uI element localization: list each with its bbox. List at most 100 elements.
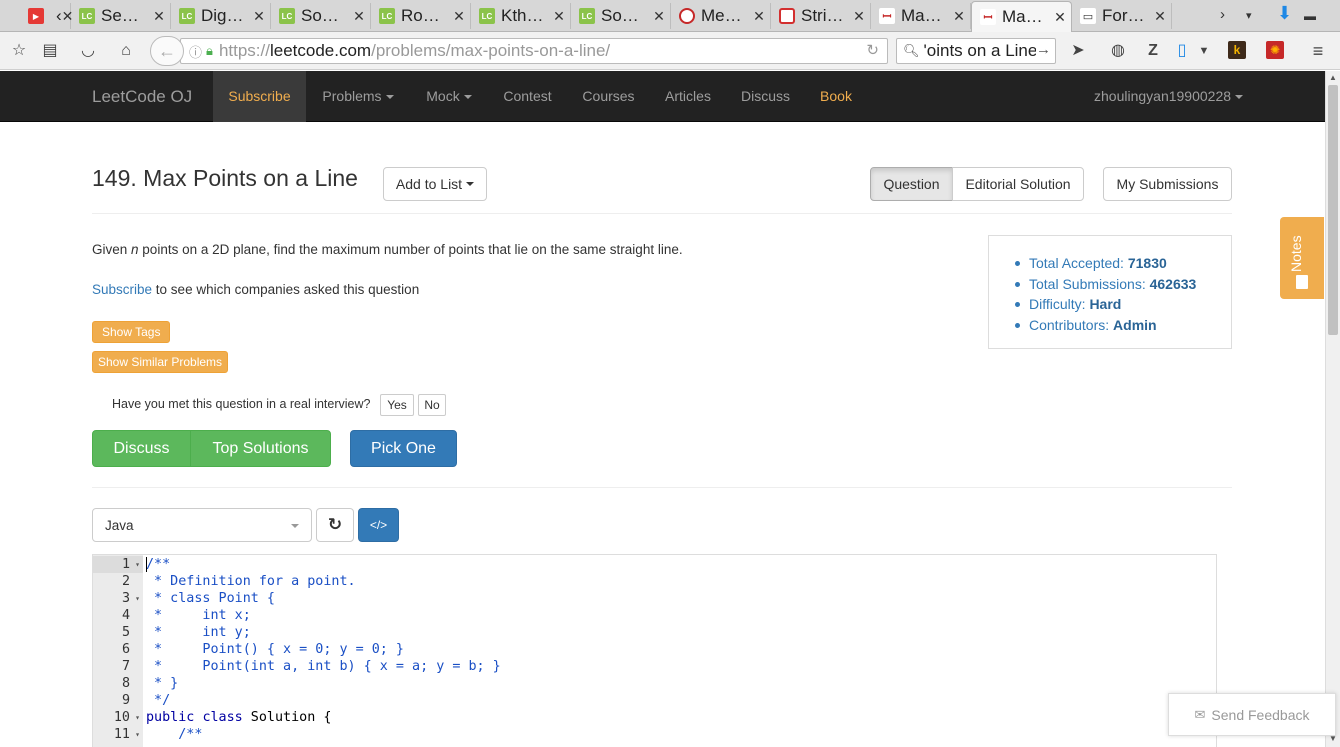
browser-tab[interactable]: LC Se… ✕ xyxy=(71,3,171,29)
top-solutions-button[interactable]: Top Solutions xyxy=(190,430,331,467)
downloads-icon[interactable]: ⬇ xyxy=(1277,3,1292,24)
close-tab-icon[interactable]: ✕ xyxy=(352,8,366,25)
nav-item-courses[interactable]: Courses xyxy=(567,71,650,122)
browser-tab[interactable]: ▭ For… ✕ xyxy=(1072,3,1172,29)
zotero-icon[interactable]: Z xyxy=(1143,41,1163,61)
browser-tab-title: Kth… xyxy=(501,6,544,25)
browser-tab[interactable]: LC So… ✕ xyxy=(271,3,371,29)
close-tab-icon[interactable]: ✕ xyxy=(1053,9,1067,26)
hamburger-menu-icon[interactable]: ≡ xyxy=(1308,41,1328,61)
page-title: 149. Max Points on a Line xyxy=(92,165,358,191)
envelope-icon: ✉ xyxy=(1194,706,1206,722)
browser-tab[interactable]: LC Dig… ✕ xyxy=(171,3,271,29)
browser-tab[interactable]: ▶ ‹ ✕ xyxy=(20,3,73,29)
nav-item-label: Discuss xyxy=(740,88,790,104)
gutter-line: 8 xyxy=(93,675,143,692)
code-line: public class Solution { xyxy=(146,710,332,725)
fold-arrow-icon[interactable]: ▾ xyxy=(135,590,140,607)
back-button[interactable]: ← xyxy=(150,36,184,66)
home-icon[interactable]: ⌂ xyxy=(116,41,136,61)
pocket-icon[interactable]: ◡ xyxy=(78,41,98,61)
nav-item-label: Book xyxy=(820,88,852,104)
close-tab-icon[interactable]: ✕ xyxy=(1153,8,1167,25)
nav-item-problems[interactable]: Problems xyxy=(306,71,410,122)
scroll-up-icon[interactable]: ▲ xyxy=(1329,73,1337,82)
reading-list-icon[interactable]: ▤ xyxy=(40,41,60,61)
stat-total-submissions: Total Submissions: 462633 xyxy=(1015,274,1231,295)
url-bar[interactable]: ⓘ 🔒︎ https://leetcode.com/problems/max-p… xyxy=(180,38,888,64)
notes-tab[interactable]: Notes xyxy=(1280,217,1324,299)
reset-code-button[interactable]: ↻ xyxy=(316,508,354,542)
globe-icon[interactable]: ◍ xyxy=(1108,41,1128,61)
subscribe-link[interactable]: Subscribe xyxy=(92,282,152,297)
line-number: 11 xyxy=(113,727,130,742)
gutter-line: 9 xyxy=(93,692,143,709)
fold-arrow-icon[interactable]: ▾ xyxy=(135,726,140,743)
close-tab-icon[interactable]: ✕ xyxy=(152,8,166,25)
add-to-list-button[interactable]: Add to List xyxy=(383,167,487,201)
yes-button[interactable]: Yes xyxy=(380,394,414,416)
close-tab-icon[interactable]: ✕ xyxy=(752,8,766,25)
search-go-icon[interactable]: → xyxy=(1036,41,1051,58)
browser-tab[interactable]: ꟷ Ma… ✕ xyxy=(871,3,971,29)
scrollbar-thumb[interactable] xyxy=(1328,85,1338,335)
nav-item-articles[interactable]: Articles xyxy=(650,71,726,122)
stat-total-accepted: Total Accepted: 71830 xyxy=(1015,253,1231,274)
close-tab-icon[interactable]: ✕ xyxy=(452,8,466,25)
nav-item-contest[interactable]: Contest xyxy=(488,71,567,122)
close-tab-icon[interactable]: ✕ xyxy=(652,8,666,25)
code-line: */ xyxy=(146,693,171,708)
code-editor[interactable]: 1 ▾ 2 3 ▾ 4 5 6 7 8 9 10 ▾ 11 ▾ /** * Definition for a… xyxy=(92,554,1217,747)
fold-arrow-icon[interactable]: ▾ xyxy=(135,556,140,573)
discuss-button[interactable]: Discuss xyxy=(92,430,191,467)
search-bar[interactable]: 🔍︎ 'oints on a Line → xyxy=(896,38,1056,64)
site-brand[interactable]: LeetCode OJ xyxy=(92,71,192,122)
info-icon[interactable]: ⓘ xyxy=(189,42,202,61)
window-minimize-icon[interactable]: ▬ xyxy=(1304,9,1316,23)
language-select[interactable]: Java xyxy=(92,508,312,542)
line-number: 3 xyxy=(121,591,130,606)
page-scrollbar[interactable]: ▲ ▼ xyxy=(1325,71,1340,747)
close-tab-icon[interactable]: ✕ xyxy=(952,8,966,25)
send-tab-icon[interactable]: ➤ xyxy=(1068,41,1088,61)
close-tab-icon[interactable]: ✕ xyxy=(552,8,566,25)
no-button[interactable]: No xyxy=(418,394,446,416)
document-icon[interactable]: ▯ xyxy=(1172,41,1192,61)
stat-value[interactable]: Admin xyxy=(1113,317,1157,333)
nav-item-label: Contest xyxy=(503,88,552,104)
nav-item-subscribe[interactable]: Subscribe xyxy=(213,71,306,122)
tab-list-dropdown-icon[interactable]: ▾ xyxy=(1246,9,1252,22)
gutter-line: 5 xyxy=(93,624,143,641)
browser-tab[interactable]: Me… ✕ xyxy=(671,3,771,29)
bookmark-star-icon[interactable]: ☆ xyxy=(9,41,29,61)
browser-tab[interactable]: LC Kth… ✕ xyxy=(471,3,571,29)
browser-tab[interactable]: Stri… ✕ xyxy=(771,3,871,29)
tab-question[interactable]: Question xyxy=(870,167,953,201)
my-submissions-button[interactable]: My Submissions xyxy=(1103,167,1232,201)
browser-tab[interactable]: ꟷ Ma… ✕ xyxy=(971,1,1072,32)
tab-scroll-right-icon[interactable]: › xyxy=(1220,6,1225,23)
user-menu[interactable]: zhoulingyan19900228 xyxy=(1094,71,1244,122)
line-number: 9 xyxy=(121,693,130,708)
tab-editorial-solution[interactable]: Editorial Solution xyxy=(952,167,1084,201)
browser-tab[interactable]: LC Ro… ✕ xyxy=(371,3,471,29)
reload-icon[interactable]: ↻ xyxy=(866,41,879,59)
document-dropdown-icon[interactable]: ▼ xyxy=(1194,41,1214,61)
show-similar-problems-button[interactable]: Show Similar Problems xyxy=(92,351,229,373)
nav-item-mock[interactable]: Mock xyxy=(410,71,488,122)
desc-pre: Given xyxy=(92,242,132,257)
k-extension-icon[interactable]: k xyxy=(1228,41,1246,59)
fold-arrow-icon[interactable]: ▾ xyxy=(135,709,140,726)
browser-tab-title: Se… xyxy=(101,6,139,25)
forum-favicon: ▭ xyxy=(1080,8,1096,24)
show-tags-button[interactable]: Show Tags xyxy=(92,321,171,343)
code-view-button[interactable]: </> xyxy=(358,508,399,542)
close-tab-icon[interactable]: ✕ xyxy=(252,8,266,25)
nav-item-discuss[interactable]: Discuss xyxy=(726,71,805,122)
browser-tab[interactable]: LC So… ✕ xyxy=(571,3,671,29)
nav-item-book[interactable]: Book xyxy=(805,71,867,122)
pick-one-button[interactable]: Pick One xyxy=(350,430,457,467)
close-tab-icon[interactable]: ✕ xyxy=(852,8,866,25)
ubuntu-extension-icon[interactable]: ✺ xyxy=(1266,41,1284,59)
send-feedback-button[interactable]: ✉ Send Feedback xyxy=(1168,693,1336,736)
